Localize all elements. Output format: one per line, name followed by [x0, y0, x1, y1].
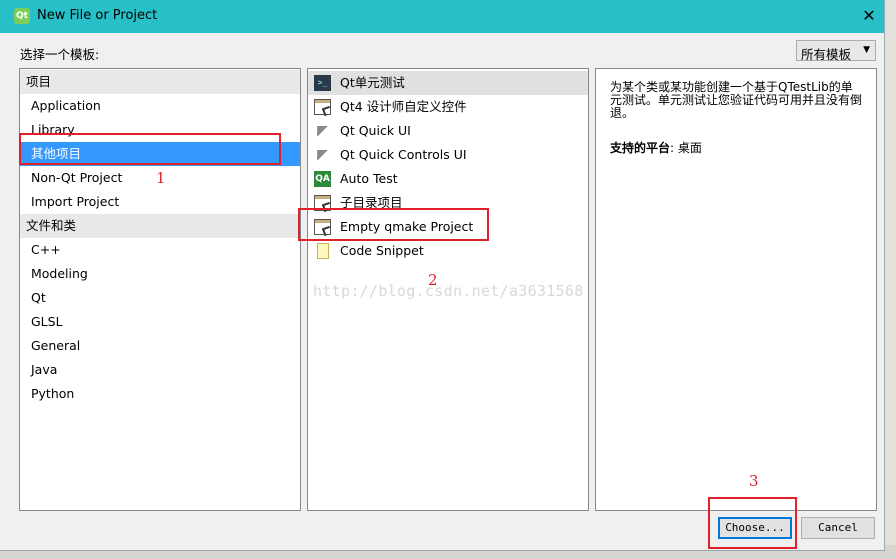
window-icon	[314, 219, 331, 235]
category-item-qt[interactable]: Qt	[20, 286, 300, 310]
terminal-icon: >_	[314, 75, 331, 91]
designer-window-icon	[314, 99, 331, 115]
template-item[interactable]: >_ Qt单元测试	[308, 71, 588, 95]
qt-quick-icon: ◤	[317, 147, 328, 163]
template-item[interactable]: ◤ Qt Quick UI	[308, 119, 588, 143]
template-item-label: Code Snippet	[340, 243, 424, 258]
category-item-application[interactable]: Application	[20, 94, 300, 118]
template-item-label: Empty qmake Project	[340, 219, 474, 234]
window-icon	[314, 195, 331, 211]
category-item-glsl[interactable]: GLSL	[20, 310, 300, 334]
template-item[interactable]: 子目录项目	[308, 191, 588, 215]
category-item-library[interactable]: Library	[20, 118, 300, 142]
category-list[interactable]: 项目 Application Library 其他项目 Non-Qt Proje…	[19, 68, 301, 511]
template-description: 为某个类或某功能创建一个基于QTestLib的单元测试。单元测试让您验证代码可用…	[610, 80, 863, 120]
annotation-number-1: 1	[156, 169, 166, 187]
platform-value: 桌面	[677, 141, 702, 155]
template-item[interactable]: ◤ Qt Quick Controls UI	[308, 143, 588, 167]
category-item-modeling[interactable]: Modeling	[20, 262, 300, 286]
choose-template-label: 选择一个模板:	[20, 47, 100, 62]
supported-platforms: 支持的平台: 桌面	[610, 139, 702, 156]
chevron-down-icon: ▼	[863, 45, 870, 55]
template-description-panel: 为某个类或某功能创建一个基于QTestLib的单元测试。单元测试让您验证代码可用…	[595, 68, 877, 511]
platform-colon: :	[670, 141, 675, 155]
category-item-python[interactable]: Python	[20, 382, 300, 406]
template-item-label: Qt Quick Controls UI	[340, 147, 467, 162]
close-icon[interactable]: ✕	[855, 2, 883, 30]
qt-app-icon: Qt	[14, 8, 30, 24]
category-group-header: 文件和类	[20, 214, 300, 238]
category-item-other-projects[interactable]: 其他项目	[20, 142, 300, 166]
template-item[interactable]: QA Auto Test	[308, 167, 588, 191]
cancel-button[interactable]: Cancel	[801, 517, 875, 539]
annotation-number-3: 3	[749, 472, 759, 490]
template-item[interactable]: Empty qmake Project	[308, 215, 588, 239]
template-item-label: 子目录项目	[340, 195, 403, 210]
new-file-dialog: Qt New File or Project ✕ 选择一个模板: 所有模板 ▼ …	[0, 0, 885, 551]
template-item[interactable]: Code Snippet	[308, 239, 588, 263]
category-group-header: 项目	[20, 70, 300, 94]
window-title: New File or Project	[37, 8, 158, 23]
note-icon	[317, 243, 329, 259]
qt-quick-icon: ◤	[317, 123, 328, 139]
platform-label: 支持的平台	[610, 141, 671, 155]
template-filter-value: 所有模板	[801, 47, 852, 62]
qa-icon: QA	[314, 171, 331, 187]
category-item-cpp[interactable]: C++	[20, 238, 300, 262]
template-item-label: Qt单元测试	[340, 75, 405, 90]
template-item[interactable]: Qt4 设计师自定义控件	[308, 95, 588, 119]
category-item-general[interactable]: General	[20, 334, 300, 358]
category-item-java[interactable]: Java	[20, 358, 300, 382]
title-bar[interactable]: Qt New File or Project ✕	[0, 0, 884, 33]
category-item-import-project[interactable]: Import Project	[20, 190, 300, 214]
template-item-label: Auto Test	[340, 171, 398, 186]
template-filter-dropdown[interactable]: 所有模板 ▼	[796, 40, 876, 62]
choose-button[interactable]: Choose...	[718, 517, 792, 539]
template-item-label: Qt4 设计师自定义控件	[340, 99, 467, 114]
watermark: http://blog.csdn.net/a3631568	[313, 282, 584, 300]
annotation-number-2: 2	[428, 271, 438, 289]
template-item-label: Qt Quick UI	[340, 123, 411, 138]
